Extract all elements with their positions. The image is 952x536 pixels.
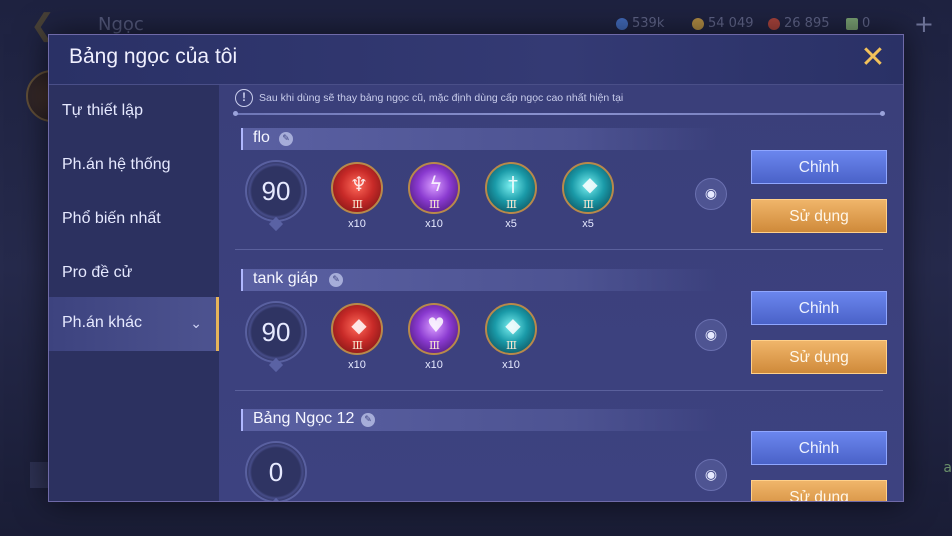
resource-gold: 54 049	[692, 16, 754, 31]
background-title: Ngọc	[98, 14, 144, 35]
rune-page-row: flo ✎ 90 ♆ III x10 ϟ III x10 † III x5 ◆ …	[219, 128, 903, 268]
card-icon	[846, 17, 858, 30]
info-text: Sau khi dùng sẽ thay bảng ngọc cũ, mặc đ…	[259, 92, 624, 104]
gem-slot[interactable]: ◆ III x10	[329, 303, 385, 373]
divider	[235, 249, 883, 250]
gem-slot[interactable]: ♆ III x10	[329, 162, 385, 232]
modal-title: Bảng ngọc của tôi	[69, 45, 238, 68]
exclamation-icon: !	[235, 89, 253, 107]
eye-icon[interactable]: ◉	[695, 319, 727, 351]
rune-pages-list[interactable]: ! Sau khi dùng sẽ thay bảng ngọc cũ, mặc…	[219, 85, 903, 501]
level-badge: 90	[245, 160, 307, 222]
edit-button[interactable]: Chỉnh	[751, 431, 887, 465]
rune-page-row: tank giáp ✎ 90 ◆ III x10 ♥ III x10 ◆ III…	[219, 269, 903, 409]
gem-slot[interactable]: ◆ III x5	[560, 162, 616, 232]
page-header: flo ✎	[241, 128, 717, 150]
close-icon[interactable]: ✕	[859, 43, 887, 73]
page-header: tank giáp ✎	[241, 269, 717, 291]
eye-icon[interactable]: ◉	[695, 178, 727, 210]
level-badge: 0	[245, 441, 307, 501]
edit-button[interactable]: Chỉnh	[751, 291, 887, 325]
gem-slot[interactable]: ϟ III x10	[406, 162, 462, 232]
page-name: flo	[253, 129, 270, 146]
gold-coin-icon	[692, 17, 704, 30]
rune-page-row: Bảng Ngọc 12 ✎ 0 ◉ Chỉnh Sử dụng	[219, 409, 903, 501]
eye-icon[interactable]: ◉	[695, 459, 727, 491]
resource-card: 0	[846, 16, 870, 31]
sidebar-item-popular[interactable]: Phổ biến nhất	[49, 193, 219, 247]
sidebar: Tự thiết lập Ph.án hệ thống Phổ biến nhấ…	[49, 85, 219, 501]
pencil-icon[interactable]: ✎	[279, 132, 293, 146]
page-name: Bảng Ngọc 12	[253, 410, 355, 427]
pencil-icon[interactable]: ✎	[361, 413, 375, 427]
modal-header: Bảng ngọc của tôi ✕	[49, 35, 903, 85]
page-header: Bảng Ngọc 12 ✎	[241, 409, 717, 431]
gem-slot[interactable]: † III x5	[483, 162, 539, 232]
use-button[interactable]: Sử dụng	[751, 340, 887, 374]
chevron-down-icon: ⌄	[190, 315, 202, 331]
edit-button[interactable]: Chỉnh	[751, 150, 887, 184]
page-name: tank giáp	[253, 270, 318, 287]
resource-ruby: 26 895	[768, 16, 830, 31]
gem-slot[interactable]: ♥ III x10	[406, 303, 462, 373]
add-resource-icon[interactable]: +	[914, 10, 934, 38]
pencil-icon[interactable]: ✎	[329, 273, 343, 287]
use-button[interactable]: Sử dụng	[751, 480, 887, 501]
use-button[interactable]: Sử dụng	[751, 199, 887, 233]
background-panel	[30, 462, 50, 488]
background-side-text: a	[943, 460, 952, 476]
divider	[233, 111, 885, 116]
divider	[235, 390, 883, 391]
gem-icon	[616, 17, 628, 30]
gem-slot[interactable]: ◆ III x10	[483, 303, 539, 373]
rune-page-modal: Bảng ngọc của tôi ✕ Tự thiết lập Ph.án h…	[48, 34, 904, 502]
level-badge: 90	[245, 301, 307, 363]
resource-gem: 539k	[616, 16, 664, 31]
sidebar-item-other[interactable]: Ph.án khác ⌄	[49, 297, 219, 351]
info-notice: ! Sau khi dùng sẽ thay bảng ngọc cũ, mặc…	[235, 89, 623, 107]
sidebar-item-system[interactable]: Ph.án hệ thống	[49, 139, 219, 193]
sidebar-item-custom[interactable]: Tự thiết lập	[49, 85, 219, 139]
sidebar-item-pro[interactable]: Pro đề cử	[49, 247, 219, 301]
ruby-icon	[768, 17, 780, 30]
